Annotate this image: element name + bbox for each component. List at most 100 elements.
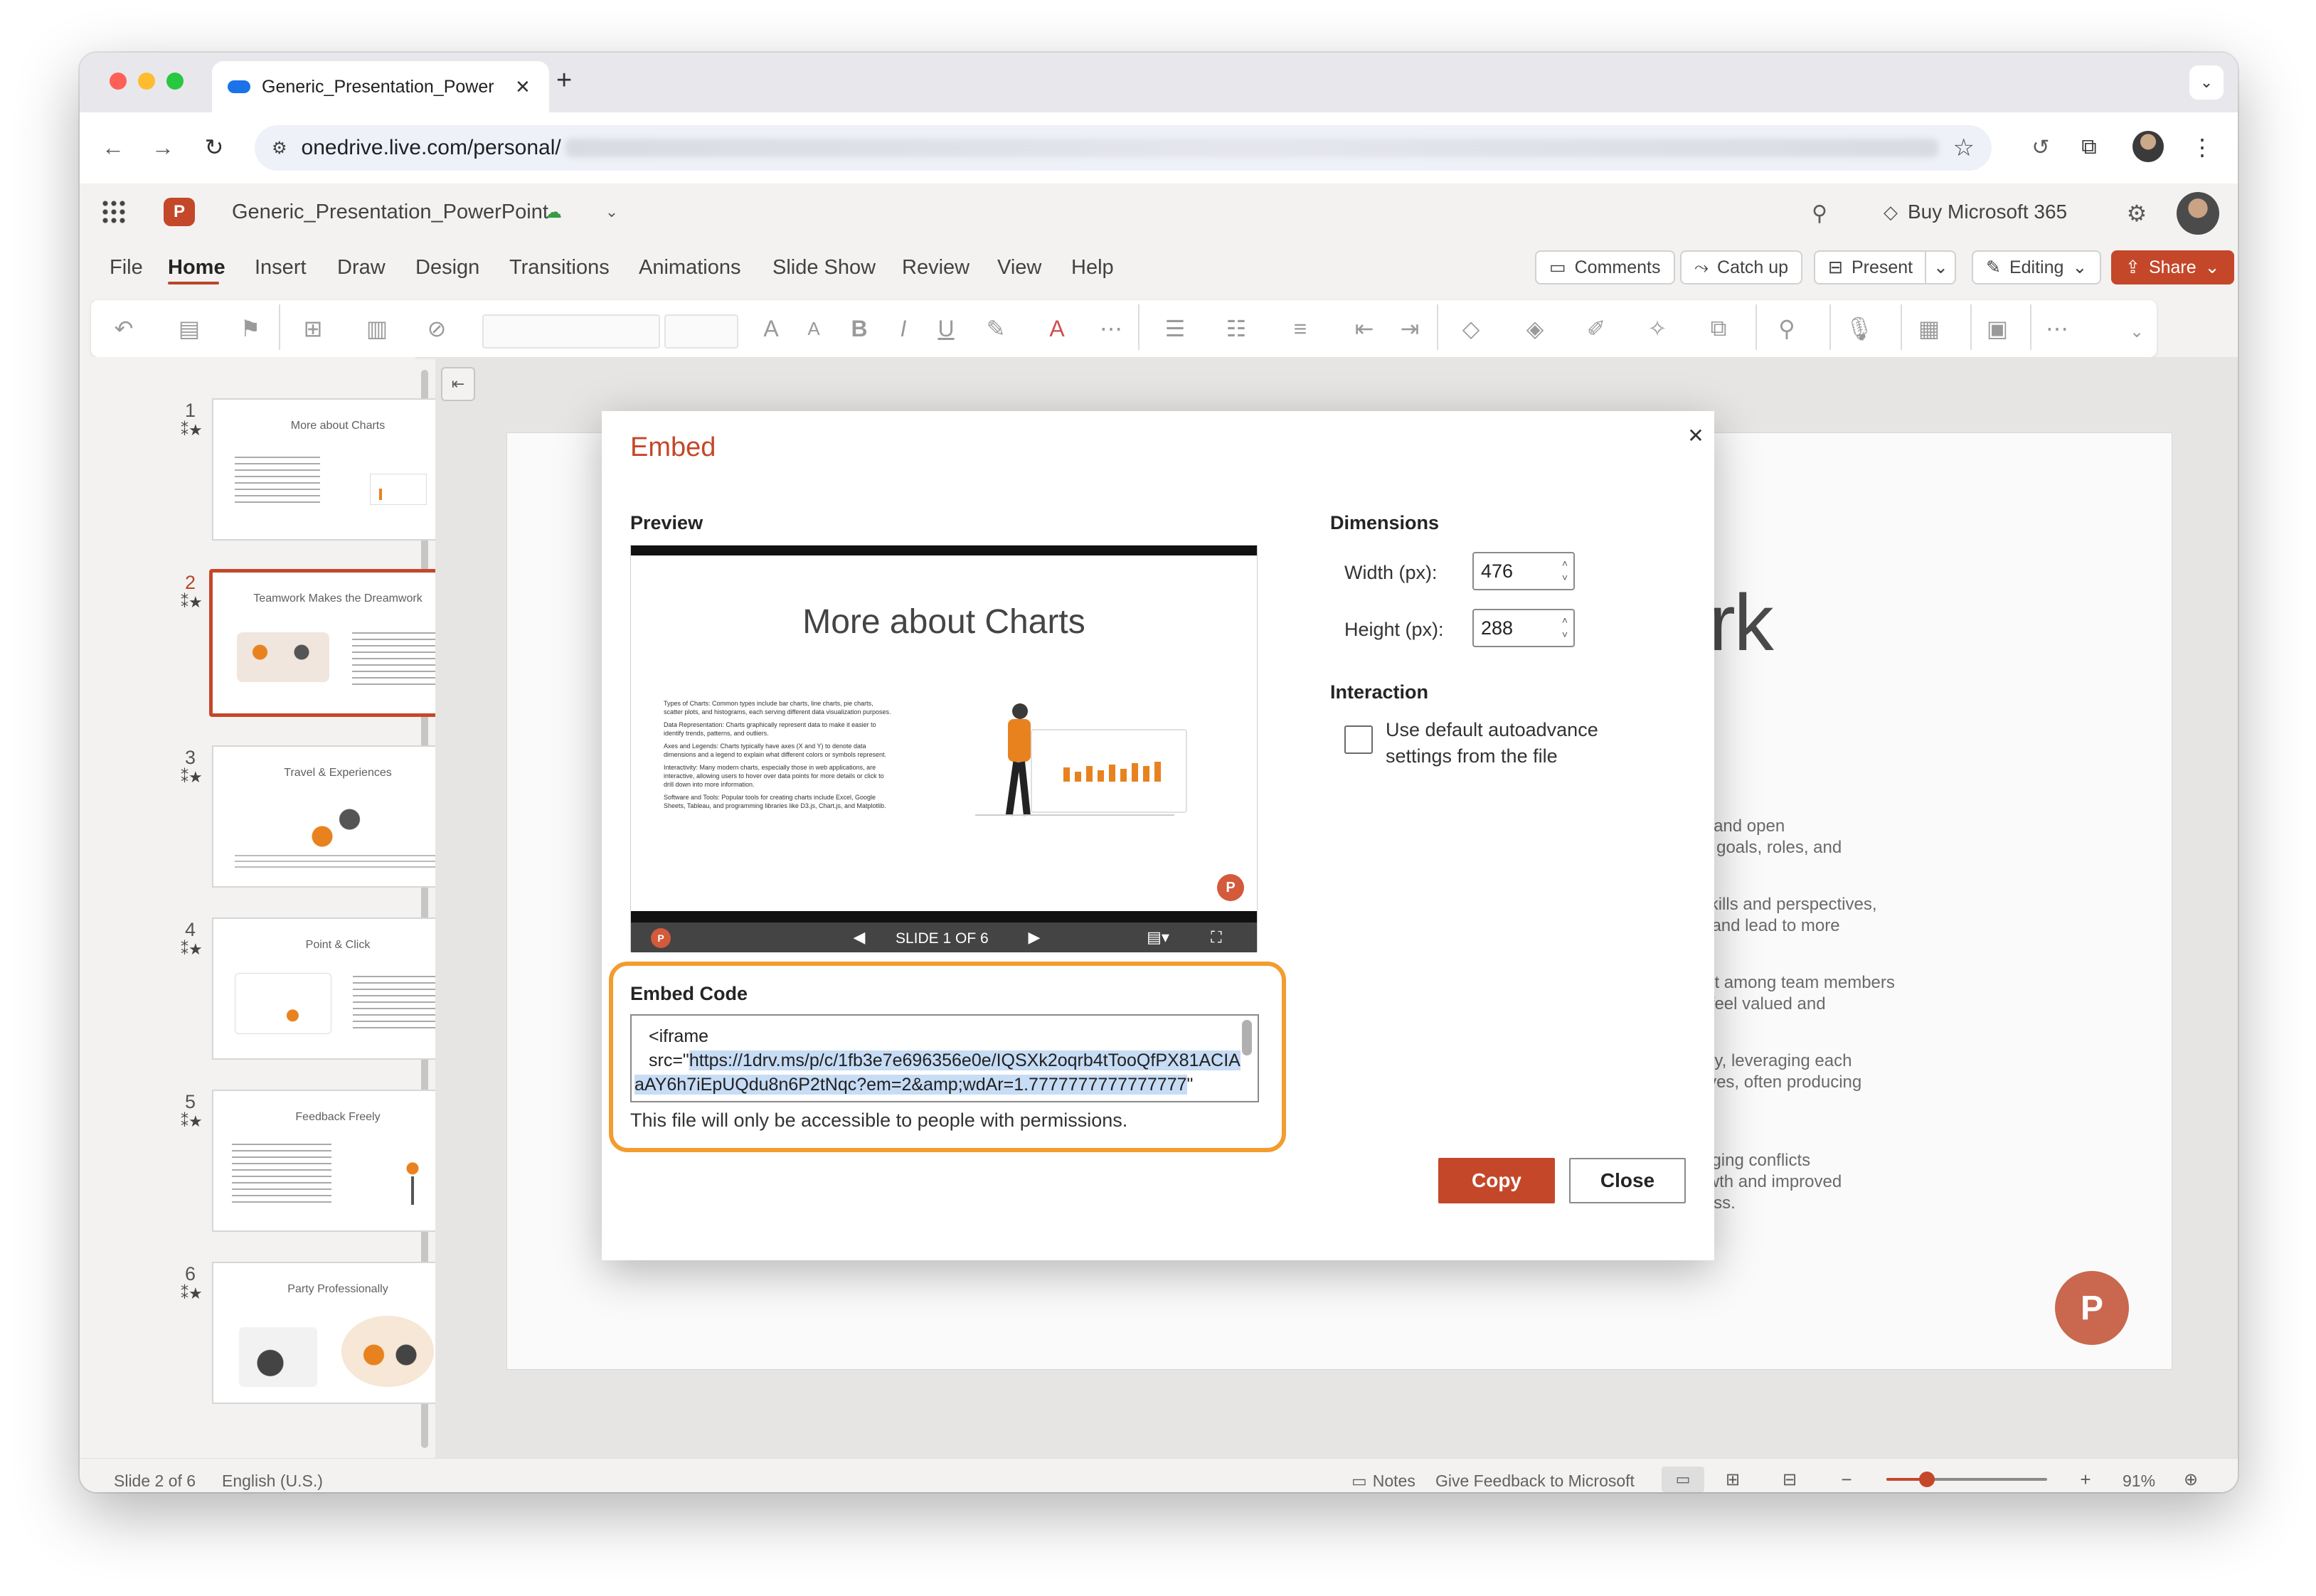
embed-code-textarea[interactable]: <iframe src="https://1drv.ms/p/c/1fb3e7e… [630,1014,1259,1102]
tab-slide-show[interactable]: Slide Show [772,256,876,280]
zoom-slider[interactable] [1886,1472,2047,1487]
spinner-arrows-icon[interactable]: ˄ ˅ [1562,613,1568,642]
search-icon[interactable]: ⚲ [1804,198,1835,229]
reload-icon[interactable]: ↻ [196,129,232,165]
add-ins-icon[interactable]: ▣ [1982,313,2013,344]
close-dialog-icon[interactable]: ✕ [1683,422,1709,448]
app-launcher-icon[interactable] [101,199,127,225]
back-icon[interactable]: ← [95,129,131,165]
minimize-window-button[interactable] [138,73,155,90]
language-indicator[interactable]: English (U.S.) [222,1472,323,1491]
settings-gear-icon[interactable]: ⚙ [2121,198,2152,229]
catch-up-button[interactable]: ⤳ Catch up [1680,250,1803,284]
next-slide-icon[interactable]: ▶ [1024,927,1045,948]
italic-icon[interactable]: I [888,313,919,344]
buy-microsoft-365[interactable]: ◇ Buy Microsoft 365 [1884,201,2067,223]
tab-help[interactable]: Help [1071,256,1114,280]
expand-pane-icon[interactable]: ⇤ [441,367,475,401]
zoom-in-icon[interactable]: + [2073,1467,2098,1492]
decrease-indent-icon[interactable]: ⇤ [1349,313,1380,344]
tab-review[interactable]: Review [902,256,970,280]
profile-avatar[interactable] [2132,131,2164,162]
collapse-ribbon-icon[interactable]: ⌄ [2121,316,2152,347]
close-button[interactable]: Close [1569,1158,1686,1203]
account-avatar[interactable] [2177,192,2219,235]
browser-menu-icon[interactable]: ⋮ [2188,129,2216,165]
browser-tab[interactable]: Generic_Presentation_Power ✕ [212,61,549,112]
document-title[interactable]: Generic_Presentation_PowerPoint [232,201,548,224]
slide-thumbnail[interactable]: More about Charts [212,398,464,541]
slide-thumbnail[interactable]: Point & Click [212,917,464,1060]
height-spinner[interactable]: 288 ˄ ˅ [1472,609,1575,647]
shapes-icon[interactable]: ◇ [1455,313,1487,344]
site-info-icon[interactable]: ⚙ [272,138,287,159]
tab-draw[interactable]: Draw [337,256,386,280]
undo-icon[interactable]: ↶ [108,313,139,344]
slide-thumbnail[interactable]: Party Professionally [212,1262,464,1404]
close-tab-icon[interactable]: ✕ [515,76,531,98]
tab-home[interactable]: Home [168,256,225,280]
tab-transitions[interactable]: Transitions [509,256,610,280]
copy-button[interactable]: Copy [1438,1158,1555,1203]
designer-icon[interactable]: ▦ [1913,313,1945,344]
tab-design[interactable]: Design [415,256,479,280]
slide-sorter-icon[interactable]: ⊞ [1720,1467,1746,1492]
previous-slide-icon[interactable]: ◀ [849,927,870,948]
layout-icon[interactable]: ▥ [361,313,393,344]
zoom-slider-thumb[interactable] [1918,1472,1935,1487]
fit-to-window-icon[interactable]: ⊕ [2178,1467,2204,1492]
comments-button[interactable]: ▭ Comments [1535,250,1675,284]
hide-slide-icon[interactable]: ⊘ [421,313,452,344]
reading-view-icon[interactable]: ⊟ [1777,1467,1802,1492]
puzzle-icon[interactable]: ⧉ [2071,129,2107,165]
bullets-icon[interactable]: ☰ [1159,313,1191,344]
normal-view-icon[interactable]: ▭ [1662,1467,1704,1492]
autoadvance-label[interactable]: Use default autoadvance settings from th… [1386,717,1627,770]
grow-font-icon[interactable]: A [755,313,787,344]
share-button[interactable]: ⇪ Share ⌄ [2111,250,2234,284]
new-slide-icon[interactable]: ⊞ [297,313,329,344]
editing-mode-button[interactable]: ✎ Editing ⌄ [1972,250,2102,284]
zoom-level[interactable]: 91% [2123,1472,2155,1491]
present-dropdown[interactable]: ⌄ [1925,250,1956,284]
numbering-icon[interactable]: ☷ [1221,313,1252,344]
spinner-arrows-icon[interactable]: ˄ ˅ [1562,556,1568,585]
present-button[interactable]: ⊟ Present [1814,250,1928,284]
address-bar[interactable]: ⚙ onedrive.live.com/personal/ ☆ [255,125,1992,171]
dictate-icon[interactable]: 🎙 [1844,313,1875,344]
tab-view[interactable]: View [997,256,1041,280]
increase-indent-icon[interactable]: ⇥ [1394,313,1425,344]
fullscreen-icon[interactable]: ⛶ [1206,927,1227,948]
extension-icon[interactable]: ↺ [2023,129,2059,165]
slide-thumbnail[interactable]: Feedback Freely [212,1090,464,1232]
align-icon[interactable]: ≡ [1285,313,1316,344]
font-color-icon[interactable]: A [1041,313,1073,344]
tab-search-icon[interactable]: ⌄ [2189,65,2224,100]
format-painter-icon[interactable]: ⚑ [235,313,266,344]
paste-icon[interactable]: ▤ [174,313,205,344]
highlight-icon[interactable]: ✎ [980,313,1011,344]
forward-icon[interactable]: → [145,129,181,165]
width-spinner[interactable]: 476 ˄ ˅ [1472,552,1575,590]
close-window-button[interactable] [110,73,127,90]
arrange-icon[interactable]: ⧉ [1703,313,1734,344]
outline-icon[interactable]: ✐ [1581,313,1612,344]
font-name-select[interactable] [482,314,660,349]
slide-thumbnail-selected[interactable]: Teamwork Makes the Dreamwork [209,569,467,717]
feedback-link[interactable]: Give Feedback to Microsoft [1435,1472,1635,1491]
code-scrollbar[interactable] [1242,1020,1252,1055]
find-icon[interactable]: ⚲ [1771,313,1802,344]
effects-icon[interactable]: ✧ [1642,313,1673,344]
more-font-icon[interactable]: ⋯ [1095,313,1127,344]
autoadvance-checkbox[interactable] [1344,725,1373,754]
tab-insert[interactable]: Insert [255,256,307,280]
slide-thumbnail[interactable]: Travel & Experiences [212,745,464,888]
notes-button[interactable]: ▭ Notes [1351,1472,1415,1491]
player-menu-icon[interactable]: ▤▾ [1140,927,1176,948]
tab-animations[interactable]: Animations [639,256,740,280]
fill-icon[interactable]: ◈ [1519,313,1551,344]
font-size-select[interactable] [664,314,738,349]
underline-icon[interactable]: U [930,313,962,344]
maximize-window-button[interactable] [166,73,184,90]
new-tab-button[interactable]: + [556,65,572,96]
